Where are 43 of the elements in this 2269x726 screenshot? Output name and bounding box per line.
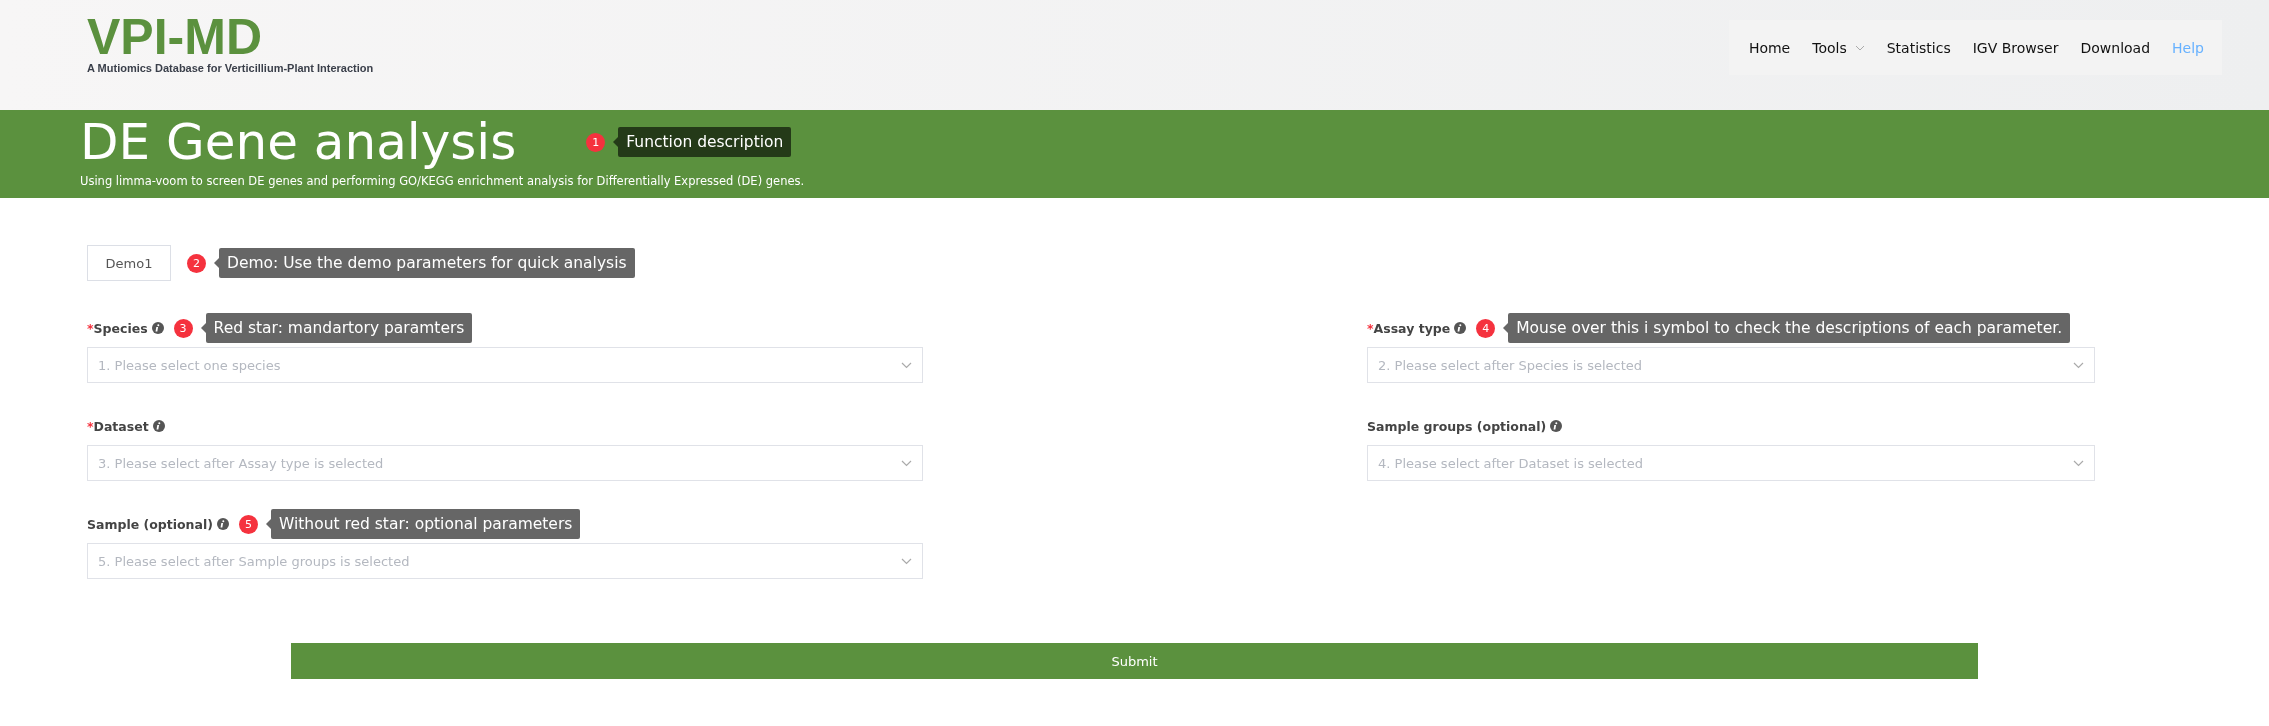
step-badge: 3	[173, 318, 193, 338]
field-label: Sample groups (optional)	[1367, 418, 1547, 434]
nav-item[interactable]: Tools	[1804, 39, 1873, 56]
tooltip: Red star: mandartory paramters	[200, 313, 473, 343]
demo-button[interactable]: Demo1	[87, 245, 171, 281]
field-label: *Assay type	[1367, 320, 1451, 336]
info-icon	[1550, 420, 1563, 432]
page-title: DE Gene analysis	[80, 112, 517, 173]
nav-item[interactable]: Help	[2164, 39, 2212, 56]
nav-item[interactable]: Download	[2072, 39, 2159, 56]
info-icon	[152, 420, 165, 432]
chevron-icon	[901, 361, 912, 369]
nav-item[interactable]: Home	[1740, 39, 1799, 56]
page-description: Using limma-voom to screen DE genes and performing GO/KEGG enrichment analysis for Differentially Expressed (DE) genes.	[80, 174, 806, 188]
tooltip: Demo: Use the demo parameters for quick analysis	[214, 248, 635, 278]
select-field[interactable]: 3. Please select after Assay type is selected	[87, 445, 923, 481]
chevron-icon	[901, 459, 912, 467]
step-badge: 1	[586, 132, 606, 152]
nav-item[interactable]: IGV Browser	[1964, 39, 2067, 56]
caret-icon	[1854, 44, 1865, 51]
chevron-icon	[901, 557, 912, 565]
field-label: *Species	[87, 320, 148, 336]
tooltip: Without red star: optional parameters	[265, 509, 581, 539]
tooltip: Function description	[613, 127, 792, 157]
step-badge: 4	[1476, 318, 1496, 338]
select-field[interactable]: 5. Please select after Sample groups is selected	[87, 543, 923, 579]
tagline: A Mutiomics Database for Verticillium-Plant Interaction	[87, 62, 374, 74]
submit-button[interactable]: Submit	[291, 643, 1978, 679]
field-label: Sample (optional)	[87, 516, 213, 532]
field-label: *Dataset	[87, 418, 149, 434]
tooltip: Mouse over this i symbol to check the descriptions of each parameter.	[1503, 313, 2071, 343]
select-field[interactable]: 4. Please select after Dataset is selected	[1367, 445, 2095, 481]
chevron-icon	[2073, 459, 2084, 467]
select-field[interactable]: 1. Please select one species	[87, 347, 923, 383]
step-badge: 2	[187, 253, 206, 273]
select-field[interactable]: 2. Please select after Species is selected	[1367, 347, 2095, 383]
chevron-icon	[2073, 361, 2084, 369]
step-badge: 5	[238, 514, 258, 534]
info-icon	[216, 518, 229, 530]
info-icon	[151, 322, 164, 334]
info-icon	[1454, 322, 1467, 334]
logo[interactable]: VPI-MD	[87, 14, 374, 60]
nav-item[interactable]: Statistics	[1878, 39, 1959, 56]
